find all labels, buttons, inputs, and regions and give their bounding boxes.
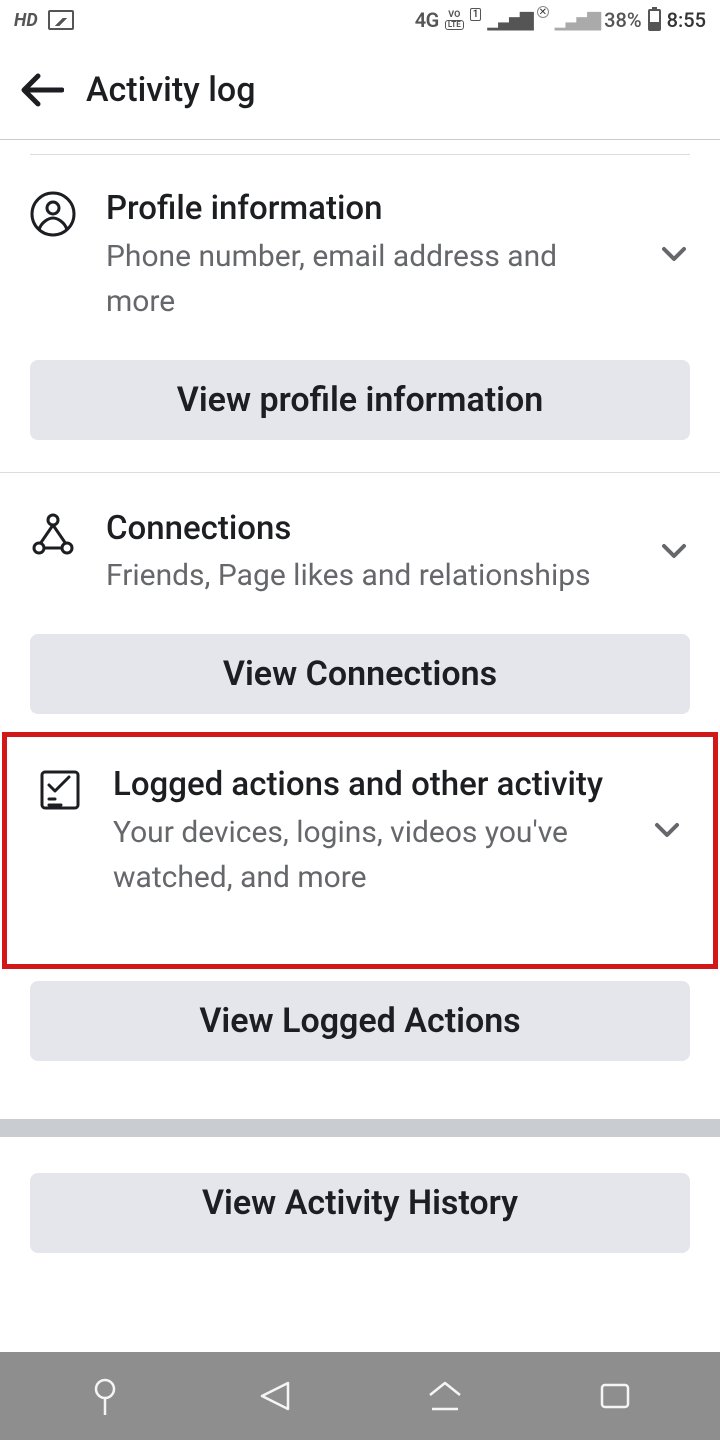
row-connections[interactable]: Connections Friends, Page likes and rela…: [30, 499, 690, 623]
chevron-down-icon: [658, 534, 690, 570]
hd-indicator-icon: HD: [14, 10, 38, 31]
connections-icon: [30, 511, 76, 557]
back-arrow-icon[interactable]: [20, 72, 64, 108]
android-nav-bar: [0, 1352, 720, 1440]
section-profile-info: Profile information Phone number, email …: [0, 155, 720, 485]
signal-bars-icon: ▁▃▅▇: [487, 10, 530, 31]
section-separator: [0, 1119, 720, 1137]
app-header: Activity log: [0, 40, 720, 140]
highlighted-section: Logged actions and other activity Your d…: [2, 732, 718, 969]
chevron-down-icon: [651, 813, 683, 849]
image-icon: [48, 10, 74, 30]
no-service-icon: ✕: [537, 6, 549, 18]
recent-nav-icon[interactable]: [594, 1375, 636, 1417]
view-logged-actions-button[interactable]: View Logged Actions: [30, 981, 690, 1061]
row-subtitle: Phone number, email address and more: [106, 234, 628, 324]
sim1-badge-icon: 1: [470, 8, 482, 21]
signal-bars-dim-icon: ▁▃▅▇: [555, 10, 598, 31]
row-profile-info[interactable]: Profile information Phone number, email …: [30, 179, 690, 348]
view-profile-info-button[interactable]: View profile information: [30, 360, 690, 440]
section-logged-actions-button: View Logged Actions: [0, 981, 720, 1079]
clock: 8:55: [667, 8, 706, 32]
volte-icon: VOLTE: [445, 11, 464, 30]
view-activity-history-button[interactable]: View Activity History: [30, 1173, 690, 1253]
status-bar: HD 4G VOLTE 1 ▁▃▅▇ ✕ ▁▃▅▇ 38% 8:55: [0, 0, 720, 40]
battery-icon: [648, 9, 661, 31]
home-nav-icon[interactable]: [424, 1375, 466, 1417]
section-activity-history: View Activity History: [0, 1137, 720, 1253]
view-connections-button[interactable]: View Connections: [30, 634, 690, 714]
checklist-icon: [37, 767, 83, 813]
row-title: Profile information: [106, 187, 628, 232]
battery-percent: 38%: [604, 8, 641, 32]
network-4g-label: 4G: [415, 8, 439, 32]
page-title: Activity log: [86, 70, 255, 110]
profile-icon: [30, 191, 76, 237]
row-title: Logged actions and other activity: [113, 763, 621, 808]
section-logged-actions: Logged actions and other activity Your d…: [7, 737, 713, 924]
row-subtitle: Friends, Page likes and relationships: [106, 553, 628, 598]
assistant-icon[interactable]: [84, 1375, 126, 1417]
row-subtitle: Your devices, logins, videos you've watc…: [113, 810, 621, 900]
chevron-down-icon: [658, 237, 690, 273]
row-title: Connections: [106, 507, 628, 552]
back-nav-icon[interactable]: [254, 1375, 296, 1417]
section-connections: Connections Friends, Page likes and rela…: [0, 485, 720, 733]
row-logged-actions[interactable]: Logged actions and other activity Your d…: [37, 755, 683, 924]
